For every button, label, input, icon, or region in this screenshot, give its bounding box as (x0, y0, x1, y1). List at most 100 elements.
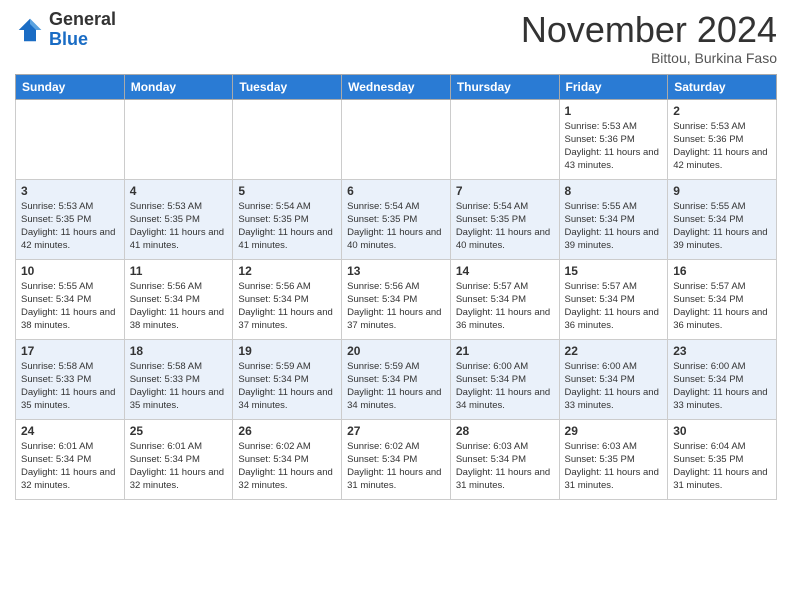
day-info: Sunrise: 6:00 AM Sunset: 5:34 PM Dayligh… (565, 360, 663, 413)
day-info: Sunrise: 6:00 AM Sunset: 5:34 PM Dayligh… (673, 360, 771, 413)
day-cell: 15Sunrise: 5:57 AM Sunset: 5:34 PM Dayli… (559, 259, 668, 339)
day-number: 17 (21, 344, 119, 358)
day-info: Sunrise: 5:55 AM Sunset: 5:34 PM Dayligh… (21, 280, 119, 333)
logo-blue-text: Blue (49, 29, 88, 49)
day-number: 21 (456, 344, 554, 358)
weekday-header-monday: Monday (124, 74, 233, 99)
weekday-header-friday: Friday (559, 74, 668, 99)
day-info: Sunrise: 6:03 AM Sunset: 5:35 PM Dayligh… (565, 440, 663, 493)
day-number: 26 (238, 424, 336, 438)
day-info: Sunrise: 6:03 AM Sunset: 5:34 PM Dayligh… (456, 440, 554, 493)
day-cell: 2 Sunrise: 5:53 AM Sunset: 5:36 PM Daylig… (668, 99, 777, 179)
day-number: 15 (565, 264, 663, 278)
day-cell: 10 Sunrise: 5:55 AM Sunset: 5:34 PM Dayli… (16, 259, 125, 339)
day-cell (16, 99, 125, 179)
page: General Blue November 2024 Bittou, Burki… (0, 0, 792, 612)
day-info: Sunrise: 5:54 AM Sunset: 5:35 PM Dayligh… (456, 200, 554, 253)
day-cell: 14 Sunrise: 5:57 AM Sunset: 5:34 PM Dayli… (450, 259, 559, 339)
day-info: Sunrise: 5:56 AM Sunset: 5:34 PM Dayligh… (347, 280, 445, 333)
day-cell: 12 Sunrise: 5:56 AM Sunset: 5:34 PM Dayli… (233, 259, 342, 339)
day-number: 24 (21, 424, 119, 438)
day-info: Sunrise: 6:00 AM Sunset: 5:34 PM Dayligh… (456, 360, 554, 413)
day-number: 20 (347, 344, 445, 358)
day-info: Sunrise: 6:01 AM Sunset: 5:34 PM Dayligh… (21, 440, 119, 493)
day-cell: 21 Sunrise: 6:00 AM Sunset: 5:34 PM Dayli… (450, 339, 559, 419)
day-cell: 24 Sunrise: 6:01 AM Sunset: 5:34 PM Dayli… (16, 419, 125, 499)
day-cell: 23Sunrise: 6:00 AM Sunset: 5:34 PM Dayli… (668, 339, 777, 419)
day-info: Sunrise: 5:53 AM Sunset: 5:36 PM Dayligh… (565, 120, 663, 173)
weekday-header-saturday: Saturday (668, 74, 777, 99)
day-number: 11 (130, 264, 228, 278)
day-number: 27 (347, 424, 445, 438)
month-title: November 2024 (521, 10, 777, 50)
day-info: Sunrise: 5:59 AM Sunset: 5:34 PM Dayligh… (238, 360, 336, 413)
day-cell: 6 Sunrise: 5:54 AM Sunset: 5:35 PM Daylig… (342, 179, 451, 259)
day-info: Sunrise: 5:53 AM Sunset: 5:36 PM Dayligh… (673, 120, 771, 173)
day-number: 1 (565, 104, 663, 118)
day-number: 28 (456, 424, 554, 438)
day-info: Sunrise: 5:58 AM Sunset: 5:33 PM Dayligh… (130, 360, 228, 413)
day-cell: 18Sunrise: 5:58 AM Sunset: 5:33 PM Dayli… (124, 339, 233, 419)
day-number: 22 (565, 344, 663, 358)
weekday-header-wednesday: Wednesday (342, 74, 451, 99)
day-number: 14 (456, 264, 554, 278)
day-cell: 26 Sunrise: 6:02 AM Sunset: 5:34 PM Dayli… (233, 419, 342, 499)
day-number: 9 (673, 184, 771, 198)
day-cell (233, 99, 342, 179)
day-info: Sunrise: 6:01 AM Sunset: 5:34 PM Dayligh… (130, 440, 228, 493)
weekday-header-tuesday: Tuesday (233, 74, 342, 99)
day-cell: 25 Sunrise: 6:01 AM Sunset: 5:34 PM Dayli… (124, 419, 233, 499)
day-info: Sunrise: 5:57 AM Sunset: 5:34 PM Dayligh… (456, 280, 554, 333)
day-number: 2 (673, 104, 771, 118)
day-cell: 22 Sunrise: 6:00 AM Sunset: 5:34 PM Dayli… (559, 339, 668, 419)
logo-general-text: General (49, 9, 116, 29)
day-cell: 16Sunrise: 5:57 AM Sunset: 5:34 PM Dayli… (668, 259, 777, 339)
day-number: 16 (673, 264, 771, 278)
day-number: 13 (347, 264, 445, 278)
day-info: Sunrise: 5:54 AM Sunset: 5:35 PM Dayligh… (238, 200, 336, 253)
day-cell: 1 Sunrise: 5:53 AM Sunset: 5:36 PM Daylig… (559, 99, 668, 179)
day-cell: 20 Sunrise: 5:59 AM Sunset: 5:34 PM Dayli… (342, 339, 451, 419)
day-cell: 4 Sunrise: 5:53 AM Sunset: 5:35 PM Daylig… (124, 179, 233, 259)
day-cell: 19 Sunrise: 5:59 AM Sunset: 5:34 PM Dayli… (233, 339, 342, 419)
day-info: Sunrise: 5:55 AM Sunset: 5:34 PM Dayligh… (673, 200, 771, 253)
week-row-4: 17 Sunrise: 5:58 AM Sunset: 5:33 PM Dayli… (16, 339, 777, 419)
day-info: Sunrise: 5:55 AM Sunset: 5:34 PM Dayligh… (565, 200, 663, 253)
day-info: Sunrise: 6:04 AM Sunset: 5:35 PM Dayligh… (673, 440, 771, 493)
day-info: Sunrise: 5:53 AM Sunset: 5:35 PM Dayligh… (130, 200, 228, 253)
day-number: 3 (21, 184, 119, 198)
day-number: 10 (21, 264, 119, 278)
day-number: 4 (130, 184, 228, 198)
day-number: 8 (565, 184, 663, 198)
week-row-3: 10 Sunrise: 5:55 AM Sunset: 5:34 PM Dayli… (16, 259, 777, 339)
logo: General Blue (15, 10, 116, 50)
day-cell (124, 99, 233, 179)
day-number: 12 (238, 264, 336, 278)
day-number: 6 (347, 184, 445, 198)
day-cell: 5 Sunrise: 5:54 AM Sunset: 5:35 PM Daylig… (233, 179, 342, 259)
day-cell (450, 99, 559, 179)
day-cell: 11 Sunrise: 5:56 AM Sunset: 5:34 PM Dayli… (124, 259, 233, 339)
header: General Blue November 2024 Bittou, Burki… (15, 10, 777, 66)
day-cell: 28 Sunrise: 6:03 AM Sunset: 5:34 PM Dayli… (450, 419, 559, 499)
day-info: Sunrise: 6:02 AM Sunset: 5:34 PM Dayligh… (238, 440, 336, 493)
day-cell: 9 Sunrise: 5:55 AM Sunset: 5:34 PM Daylig… (668, 179, 777, 259)
day-number: 5 (238, 184, 336, 198)
day-number: 19 (238, 344, 336, 358)
day-number: 25 (130, 424, 228, 438)
day-cell: 30Sunrise: 6:04 AM Sunset: 5:35 PM Dayli… (668, 419, 777, 499)
location-subtitle: Bittou, Burkina Faso (521, 50, 777, 66)
day-number: 7 (456, 184, 554, 198)
week-row-5: 24 Sunrise: 6:01 AM Sunset: 5:34 PM Dayli… (16, 419, 777, 499)
day-cell: 29 Sunrise: 6:03 AM Sunset: 5:35 PM Dayli… (559, 419, 668, 499)
day-number: 29 (565, 424, 663, 438)
weekday-header-thursday: Thursday (450, 74, 559, 99)
day-info: Sunrise: 5:59 AM Sunset: 5:34 PM Dayligh… (347, 360, 445, 413)
day-info: Sunrise: 5:54 AM Sunset: 5:35 PM Dayligh… (347, 200, 445, 253)
day-info: Sunrise: 5:56 AM Sunset: 5:34 PM Dayligh… (238, 280, 336, 333)
week-row-2: 3 Sunrise: 5:53 AM Sunset: 5:35 PM Daylig… (16, 179, 777, 259)
logo-icon (15, 15, 45, 45)
day-cell: 17Sunrise: 5:58 AM Sunset: 5:33 PM Dayli… (16, 339, 125, 419)
week-row-1: 1 Sunrise: 5:53 AM Sunset: 5:36 PM Daylig… (16, 99, 777, 179)
day-info: Sunrise: 5:56 AM Sunset: 5:34 PM Dayligh… (130, 280, 228, 333)
